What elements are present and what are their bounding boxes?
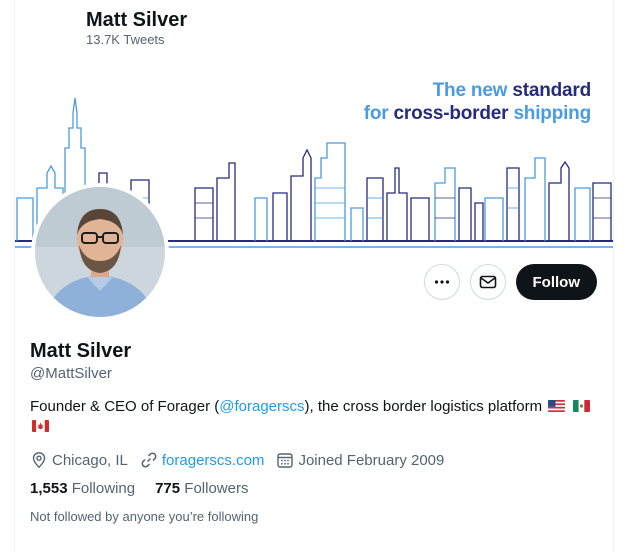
follow-counts: 1,553 Following 775 Followers	[30, 480, 600, 497]
location: Chicago, IL	[30, 451, 128, 469]
banner-headline-1: The new standard	[432, 80, 592, 102]
profile-handle: @MattSilver	[30, 365, 112, 382]
profile-actions: Follow	[423, 264, 597, 300]
mexico-flag-icon	[573, 400, 591, 412]
banner-text-part: shipping	[513, 103, 591, 124]
us-flag-icon	[548, 400, 566, 412]
following-count: 1,553	[30, 480, 68, 497]
location-pin-icon	[32, 452, 46, 469]
banner-text-part: for	[363, 103, 394, 124]
envelope-icon	[479, 275, 496, 289]
bio-mention-link[interactable]: @foragerscs	[219, 398, 304, 415]
banner-text-part: The new	[432, 80, 513, 101]
followers-count: 775	[155, 480, 181, 497]
followers-label: Followers	[184, 480, 249, 497]
banner-text-part: cross-border	[393, 103, 514, 124]
location-text: Chicago, IL	[52, 451, 128, 469]
following-link[interactable]: 1,553 Following	[30, 480, 135, 497]
avatar-photo	[35, 187, 165, 317]
profile-header: Matt Silver 13.7K Tweets	[86, 8, 187, 48]
website-link[interactable]: foragerscs.com	[162, 452, 265, 469]
website: foragerscs.com	[140, 451, 265, 469]
not-followed-notice: Not followed by anyone you’re following	[30, 509, 259, 524]
profile-meta: Chicago, IL foragerscs.com Joined Februa…	[30, 451, 600, 469]
bio-text: Founder & CEO of Forager (	[30, 398, 220, 415]
profile-name: Matt Silver	[30, 340, 132, 362]
header-name: Matt Silver	[86, 9, 188, 31]
banner-text-part: standard	[512, 80, 591, 101]
link-icon	[141, 452, 157, 468]
message-button[interactable]	[469, 264, 506, 300]
avatar[interactable]	[31, 183, 169, 321]
join-date: Joined February 2009	[276, 451, 444, 469]
banner-headline-2: for cross-border shipping	[364, 103, 591, 125]
calendar-icon	[277, 453, 294, 468]
followers-link[interactable]: 775 Followers	[155, 480, 248, 497]
tweet-count: 13.7K Tweets	[86, 32, 165, 47]
bio-text: ), the cross border logistics platform	[304, 398, 543, 415]
more-horizontal-icon	[434, 280, 449, 284]
profile-info: Matt Silver @MattSilver Founder & CEO of…	[30, 339, 600, 524]
more-button[interactable]	[423, 264, 460, 300]
join-date-text: Joined February 2009	[298, 451, 445, 469]
following-label: Following	[71, 480, 136, 497]
canada-flag-icon	[32, 420, 49, 432]
follow-button[interactable]: Follow	[515, 264, 597, 300]
profile-bio: Founder & CEO of Forager (@foragerscs), …	[30, 397, 600, 437]
